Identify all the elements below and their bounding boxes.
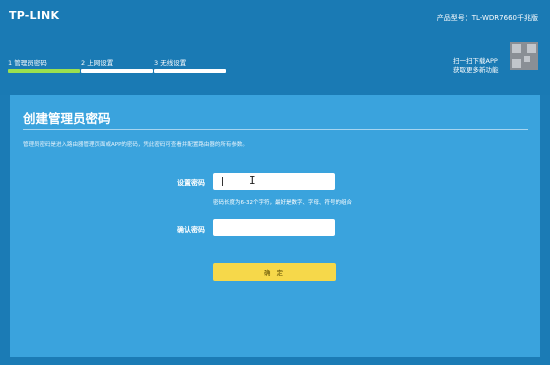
step-progress-bar-1: [8, 69, 80, 73]
text-caret: [222, 177, 223, 186]
page-title: 创建管理员密码: [23, 111, 111, 126]
product-model: 产品型号：TL-WDR7660千兆版: [436, 14, 538, 22]
step-progress-bar-2: [81, 69, 153, 73]
confirm-password-field[interactable]: [213, 219, 335, 236]
step-internet-setup: 2 上网设置: [81, 59, 114, 67]
confirm-password-label: 确认密码: [177, 226, 205, 234]
admin-password-panel: 创建管理员密码 管理员密码是进入路由器管理页面或APP的密码，凭此密码可查看并配…: [10, 95, 540, 357]
step-wireless-setup: 3 无线设置: [154, 59, 187, 67]
app-download-line2: 获取更多新功能: [453, 66, 499, 74]
confirm-button[interactable]: 确 定: [213, 263, 336, 281]
i-beam-cursor-icon: I: [249, 174, 256, 187]
app-download-line1: 扫一扫下载APP: [453, 57, 498, 65]
step-admin-password: 1 管理员密码: [8, 59, 47, 67]
description-text: 管理员密码是进入路由器管理页面或APP的密码，凭此密码可查看并配置路由器的所有参…: [23, 142, 248, 148]
tp-link-logo: TP-LINK: [9, 9, 60, 22]
top-header: TP-LINK 产品型号：TL-WDR7660千兆版 1 管理员密码 2 上网设…: [0, 0, 550, 95]
set-password-field[interactable]: I: [213, 173, 335, 190]
password-hint: 密码长度为6-32个字符，最好是数字、字母、符号的组合: [213, 200, 352, 206]
set-password-label: 设置密码: [177, 179, 205, 187]
qr-code-image: [510, 42, 538, 70]
step-progress-bar-3: [154, 69, 226, 73]
app-download-text: 扫一扫下载APP 获取更多新功能: [453, 57, 499, 75]
title-divider: [23, 129, 528, 130]
